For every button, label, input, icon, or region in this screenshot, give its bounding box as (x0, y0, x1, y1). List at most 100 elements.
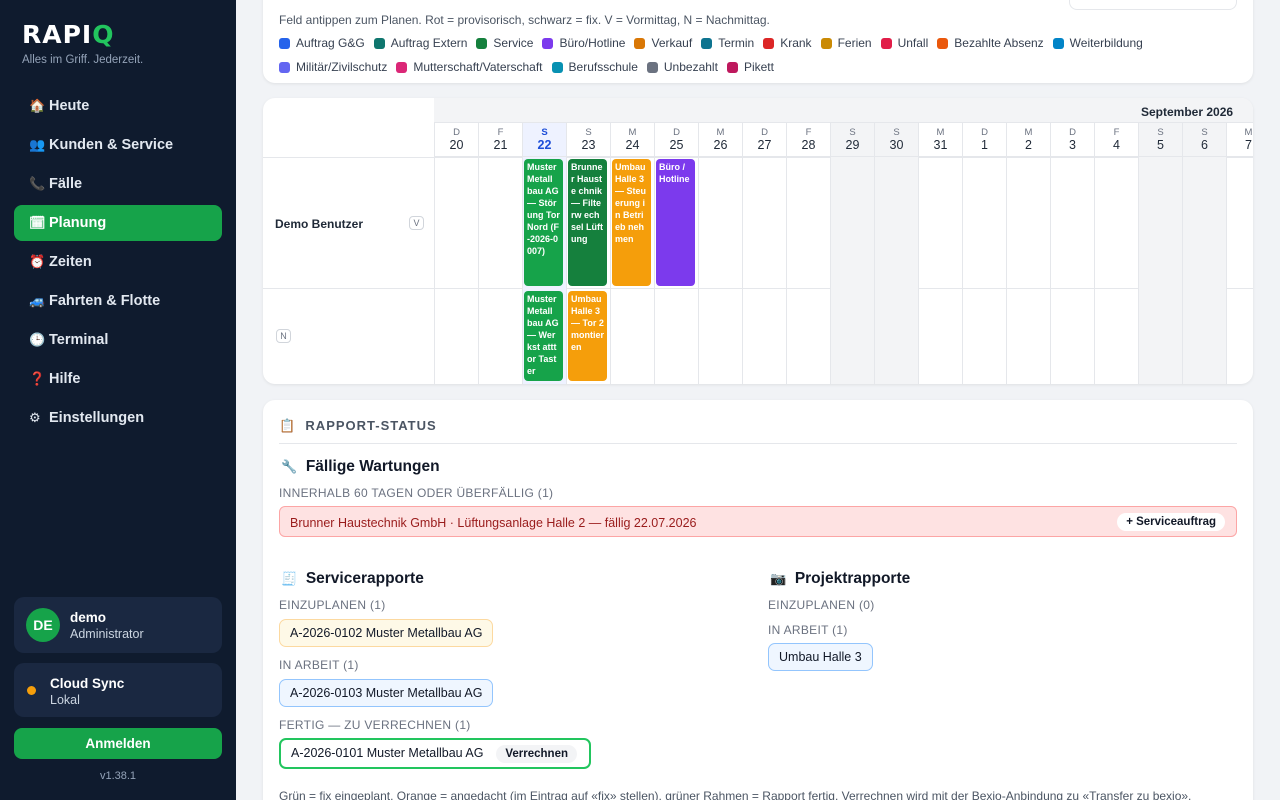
day-column[interactable]: D3 (1050, 123, 1094, 384)
day-column[interactable]: F4 (1094, 123, 1138, 384)
day-column[interactable]: M 31 (918, 123, 962, 384)
day-column[interactable]: D1 (962, 123, 1006, 384)
day-column[interactable]: M 26 (698, 123, 742, 384)
day-weekday: D (761, 127, 768, 138)
day-column[interactable]: F 28 (786, 123, 830, 384)
nav-item-hilfe[interactable]: ❓ Hilfe (14, 361, 222, 397)
legend-item: Militär/Zivilschutz (279, 60, 387, 74)
day-header: F4 (1095, 123, 1138, 157)
day-column[interactable]: D 20 (434, 123, 478, 384)
service-rapport-item[interactable]: A-2026-0103 Muster Metallbau AG (279, 679, 494, 707)
nav-icon: 🗓 (29, 215, 46, 230)
cloud-sync-card[interactable]: Cloud Sync Lokal (14, 663, 222, 717)
nav-item-kunden-service[interactable]: 👥 Kunden & Service (14, 127, 222, 163)
day-header: D1 (963, 123, 1006, 157)
nav-icon: ⏰ (29, 254, 46, 269)
projektrapporte-heading: 📷 Projektrapporte (770, 570, 911, 587)
service-rapport-item-label: A-2026-0101 Muster Metallbau AG (291, 746, 484, 760)
planning-event[interactable]: Umbau Halle 3 — Tor 2 montieren (568, 291, 607, 381)
legend-label: Pikett (743, 60, 774, 74)
legend-item: Ferien (820, 36, 872, 50)
legend-swatch (820, 37, 832, 49)
day-number: 30 (889, 138, 904, 152)
verrechnen-button[interactable]: Verrechnen (496, 745, 577, 763)
nav-icon: ⚙ (29, 410, 41, 425)
day-weekday: M (1024, 127, 1033, 138)
legend-swatch (551, 61, 563, 73)
planning-event[interactable]: Muster Metall bau AG — Störung Tor Nord … (524, 159, 563, 286)
legend-label: Verkauf (651, 36, 693, 50)
day-weekday: F (805, 127, 812, 138)
wartungen-sub: INNERHALB 60 TAGEN ODER ÜBERFÄLLIG (1) (279, 486, 554, 500)
sync-status-dot (27, 686, 36, 695)
planning-event[interactable]: Brunner Hauste chnik — Filterw echsel Lü… (568, 159, 607, 286)
nav-item-planung[interactable]: 🗓 Planung (14, 205, 222, 241)
nav-item-fälle[interactable]: 📞 Fälle (14, 166, 222, 202)
day-header: S 22 (523, 123, 566, 157)
planning-event[interactable]: Umbau Halle 3 — Steuerung in Betrieb neh… (612, 159, 651, 286)
day-column[interactable]: S5 (1138, 123, 1182, 384)
wartung-alert[interactable]: Brunner Haustechnik GmbH · Lüftungsanlag… (279, 506, 1237, 537)
day-weekday: D (453, 127, 460, 138)
day-column[interactable]: D 27 (742, 123, 786, 384)
service-rapport-item[interactable]: A-2026-0101 Muster Metallbau AG Verrechn… (279, 738, 591, 769)
legend-swatch (1052, 37, 1064, 49)
wartungen-heading: 🔧 Fällige Wartungen (281, 458, 440, 475)
day-column[interactable]: S 29 (830, 123, 874, 384)
day-header: M 31 (919, 123, 962, 157)
projekt-einzuplanen-label: EINZUPLANEN (0) (768, 598, 875, 612)
legend-swatch (279, 37, 290, 49)
day-number: 21 (493, 138, 508, 152)
legend-item: Auftrag Extern (373, 36, 467, 50)
nav-item-terminal[interactable]: 🕒 Terminal (14, 322, 222, 358)
legend-swatch (634, 37, 646, 49)
legend-label: Krank (780, 36, 812, 50)
day-header: S 30 (875, 123, 918, 157)
legend-label: Auftrag G&G (296, 36, 365, 50)
day-weekday: F (497, 127, 504, 138)
day-column[interactable]: S 30 (874, 123, 918, 384)
projekt-rapport-item[interactable]: Umbau Halle 3 (768, 643, 873, 671)
avatar: DE (26, 608, 60, 642)
legend-label: Bezahlte Absenz (954, 36, 1044, 50)
day-number: 26 (713, 138, 728, 152)
nav-item-heute[interactable]: 🏠 Heute (14, 88, 222, 124)
legend-label: Service (493, 36, 534, 50)
planning-event[interactable]: Büro / Hotline (656, 159, 695, 286)
legend-label: Unbezahlt (663, 60, 718, 74)
day-column[interactable]: M2 (1006, 123, 1050, 384)
service-rapport-item[interactable]: A-2026-0102 Muster Metallbau AG (279, 619, 494, 647)
nav-label: Kunden & Service (49, 137, 174, 153)
nav-item-einstellungen[interactable]: ⚙ Einstellungen (14, 400, 222, 436)
clipboard-icon: 📋 (279, 418, 297, 433)
nav-label: Planung (49, 215, 107, 231)
legend-row: Auftrag G&G Auftrag Extern Service Büro/Hot… (279, 36, 1152, 50)
day-column[interactable]: S6 (1182, 123, 1226, 384)
service-in-arbeit-label: IN ARBEIT (1) (279, 658, 359, 672)
nav-item-fahrten-flotte[interactable]: 🚙 Fahrten & Flotte (14, 283, 222, 319)
day-weekday: D (1069, 127, 1076, 138)
add-serviceauftrag-button[interactable]: + Serviceauftrag (1117, 513, 1225, 531)
rapport-status-card: 📋 RAPPORT-STATUS 🔧 Fällige Wartungen INN… (263, 400, 1253, 800)
planning-event[interactable]: Muster Metall bau AG — Werkst atttor Tas… (524, 291, 563, 381)
day-weekday: S (585, 127, 592, 138)
projekt-in-arbeit-label: IN ARBEIT (1) (768, 623, 848, 637)
resource-name: Demo Benutzer (275, 217, 364, 231)
legend-label: Militär/Zivilschutz (296, 60, 388, 74)
day-number: 24 (625, 138, 640, 152)
legend-item: Bezahlte Absenz (937, 36, 1044, 50)
day-weekday: D (981, 127, 988, 138)
day-column[interactable]: F 21 (478, 123, 522, 384)
user-card[interactable]: DE demo Administrator (14, 597, 222, 653)
nav-icon: 🚙 (29, 293, 46, 308)
legend-label: Mutterschaft/Vaterschaft (413, 60, 543, 74)
login-button[interactable]: Anmelden (14, 728, 222, 759)
wrench-icon: 🔧 (281, 459, 298, 474)
day-column[interactable]: M7 (1226, 123, 1253, 384)
day-header: M2 (1007, 123, 1050, 157)
day-number: 22 (537, 138, 552, 152)
day-number: 28 (801, 138, 816, 152)
nav-item-zeiten[interactable]: ⏰ Zeiten (14, 244, 222, 280)
top-right-control[interactable] (1069, 0, 1237, 10)
day-weekday: F (1113, 127, 1120, 138)
